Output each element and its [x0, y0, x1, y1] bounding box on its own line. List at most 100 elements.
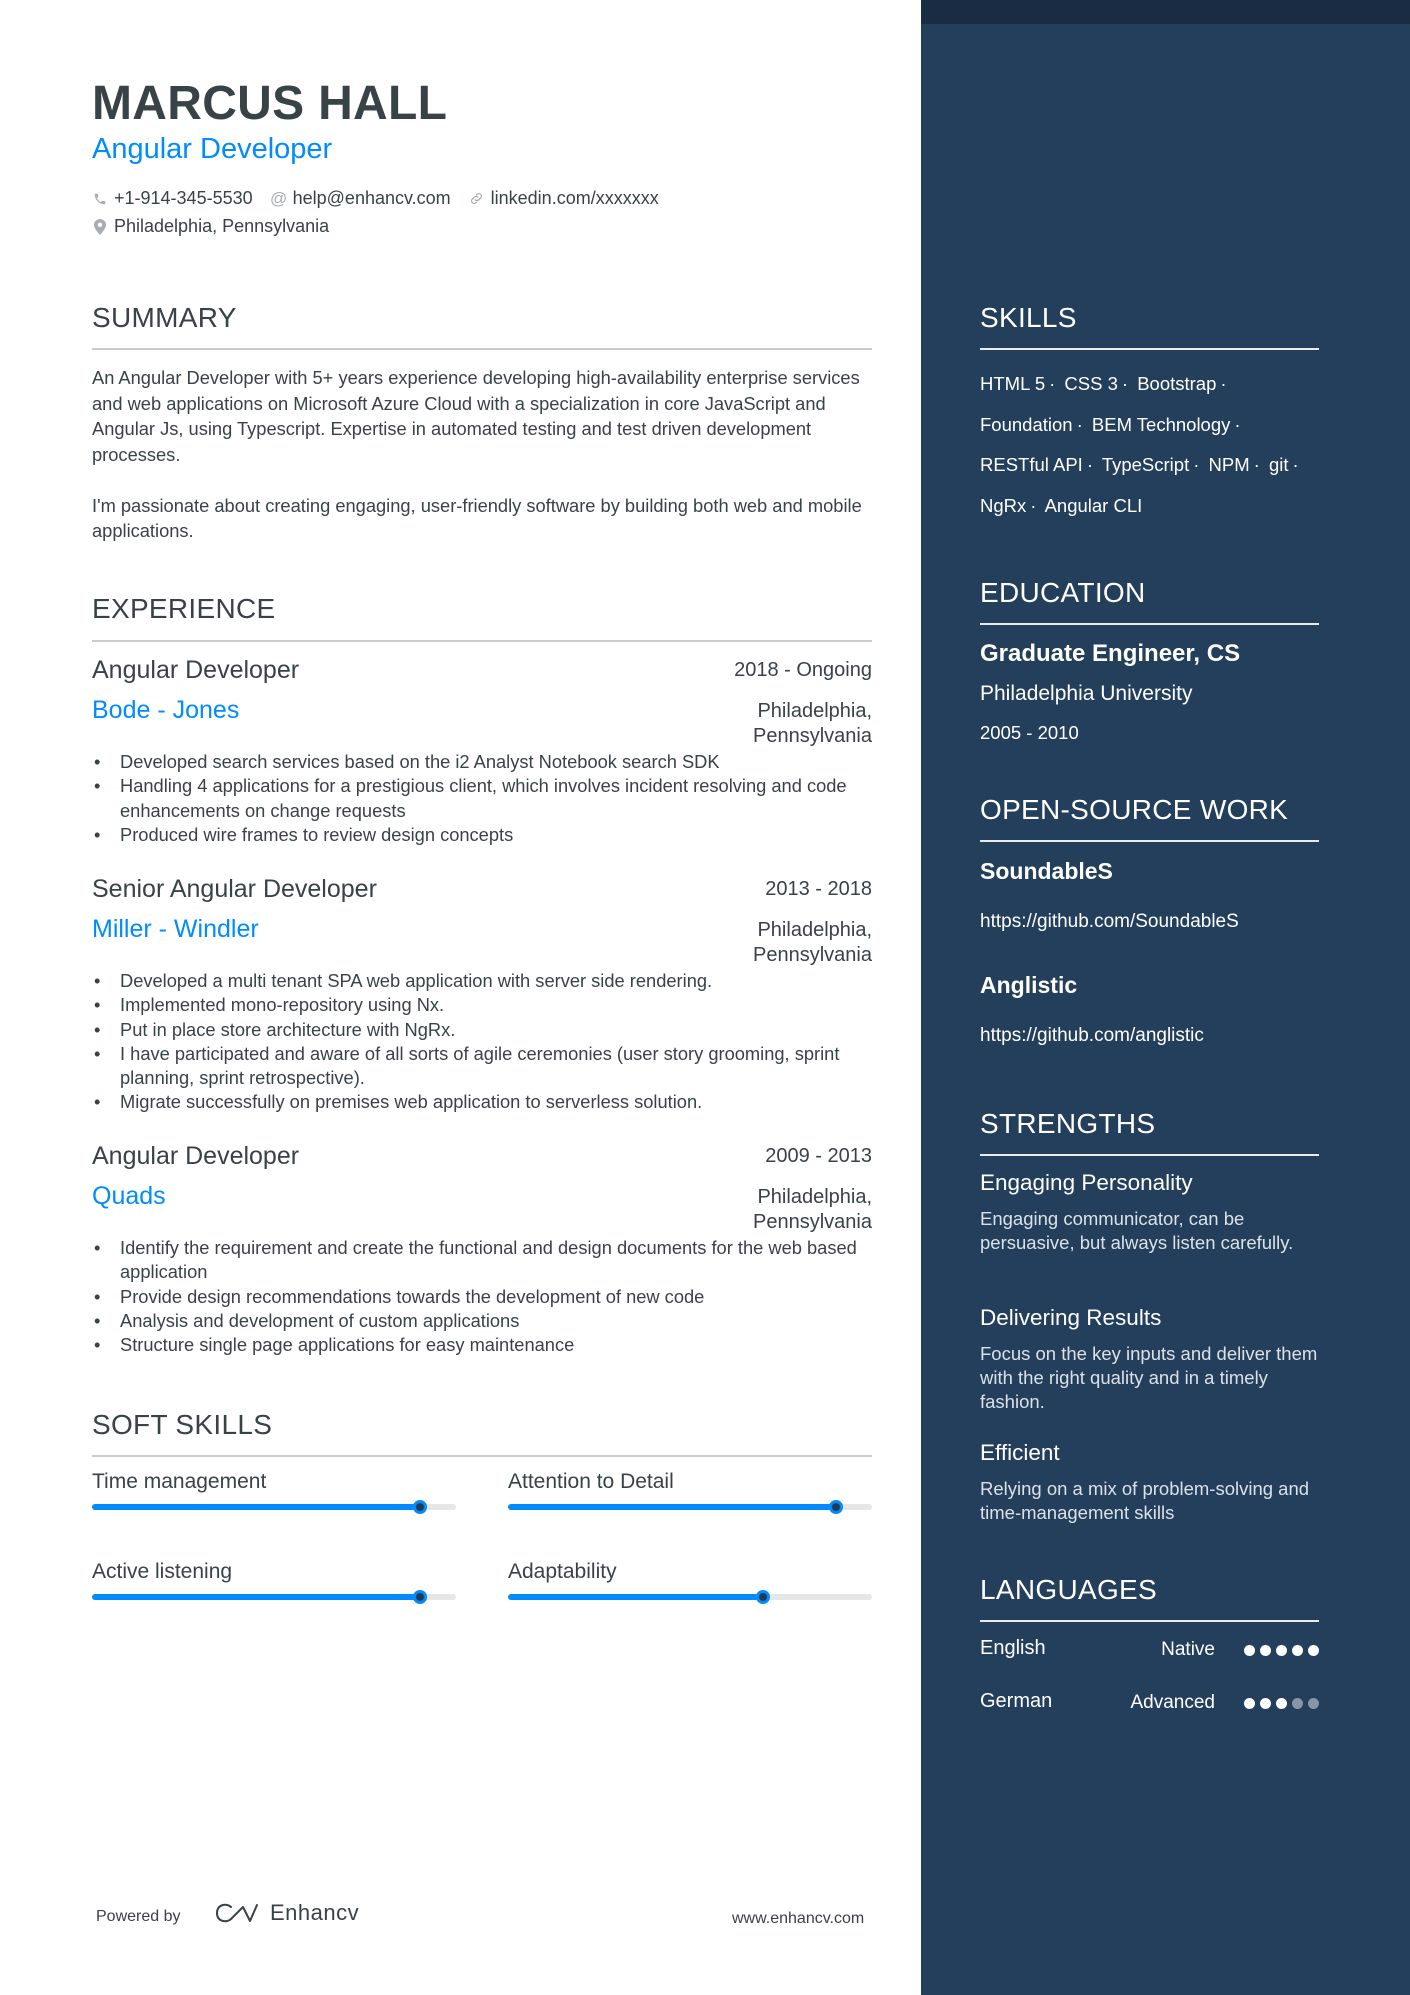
strength-description: Engaging communicator, can be persuasive… [980, 1208, 1294, 1253]
languages-heading: LANGUAGES [980, 1574, 1157, 1605]
candidate-name: MARCUS HALL [92, 77, 448, 130]
language-name: English [980, 1637, 1046, 1659]
summary-heading: SUMMARY [92, 302, 237, 333]
skill-separator: · [1234, 413, 1241, 435]
education-heading: EDUCATION [980, 577, 1146, 608]
soft-skill-fill [508, 1594, 763, 1600]
contact-email[interactable]: @ help@enhancv.com [270, 188, 451, 209]
proficiency-dot-filled [1292, 1645, 1303, 1656]
job-company: Bode - Jones [92, 696, 240, 724]
job-bullet: Analysis and development of custom appli… [92, 1309, 872, 1334]
soft-skill-track [92, 1500, 456, 1514]
project-url-link[interactable]: https://github.com/anglistic [980, 1025, 1204, 1047]
job-bullets: Identify the requirement and create the … [92, 1236, 872, 1358]
contact-phone: +1-914-345-5530 [92, 188, 253, 209]
phone-text: +1-914-345-5530 [114, 188, 253, 208]
skill-separator: · [1086, 454, 1093, 475]
job-bullet: Migrate successfully on premises web app… [92, 1090, 872, 1115]
summary-text: An Angular Developer with 5+ years exper… [92, 365, 872, 544]
job-bullet: Developed a multi tenant SPA web applica… [92, 969, 872, 994]
strength-description: Relying on a mix of problem-solving and … [980, 1478, 1310, 1523]
strength-title: Engaging Personality [980, 1170, 1193, 1195]
project-url-link[interactable]: https://github.com/SoundableS [980, 911, 1239, 933]
skill-separator: · [1292, 454, 1299, 475]
job-bullet: Provide design recommendations towards t… [92, 1285, 872, 1310]
proficiency-dot-filled [1308, 1645, 1319, 1656]
sidebar: SKILLS HTML 5 · CSS 3 · Bootstrap · Foundat… [921, 0, 1410, 1995]
language-row: German Advanced [980, 1690, 1319, 1718]
skill-separator: · [1049, 373, 1056, 394]
soft-skill-track [508, 1500, 872, 1514]
footer-url-link[interactable]: www.enhancv.com [732, 1910, 864, 1928]
skill-tag: BEM Technology [1091, 413, 1231, 435]
location-pin-icon [92, 218, 108, 235]
soft-skills-divider [92, 1455, 872, 1457]
education-divider [980, 623, 1319, 625]
job-company: Quads [92, 1182, 166, 1210]
skills-list: HTML 5 · CSS 3 · Bootstrap · Foundation · BE… [980, 364, 1319, 526]
strength-title: Efficient [980, 1440, 1060, 1465]
enhancv-logo[interactable]: Enhancv [214, 1900, 359, 1926]
soft-skill-fill [92, 1594, 420, 1600]
enhancv-brand: Enhancv [270, 1900, 360, 1925]
job-bullet: Handling 4 applications for a prestigiou… [92, 774, 872, 823]
skill-separator: · [1253, 454, 1260, 475]
language-level: Advanced [1130, 1692, 1215, 1713]
soft-skill-label: Active listening [92, 1560, 233, 1583]
proficiency-dot-empty [1308, 1698, 1319, 1709]
job-role: Senior Angular Developer [92, 875, 377, 903]
strength-title: Delivering Results [980, 1305, 1162, 1330]
soft-skill-knob [412, 1590, 427, 1604]
job-role: Angular Developer [92, 1142, 300, 1170]
job-bullet: Identify the requirement and create the … [92, 1236, 872, 1285]
skill-tag: TypeScript [1101, 454, 1190, 475]
job-location: Philadelphia, Pennsylvania [753, 700, 872, 747]
skill-separator: · [1121, 373, 1129, 394]
linkedin-link[interactable]: linkedin.com/xxxxxxx [491, 188, 659, 209]
contact-linkedin[interactable]: linkedin.com/xxxxxxx [469, 188, 659, 209]
candidate-title: Angular Developer [92, 133, 333, 165]
job-bullet: Structure single page applications for e… [92, 1333, 872, 1358]
soft-skill-knob [412, 1500, 427, 1514]
strength-description: Focus on the key inputs and deliver them… [980, 1343, 1318, 1412]
education-school: Philadelphia University [980, 682, 1193, 705]
email-link[interactable]: help@enhancv.com [293, 188, 451, 209]
job-company: Miller - Windler [92, 915, 259, 943]
skill-tag: Angular CLI [1044, 494, 1143, 516]
proficiency-dot-filled [1276, 1645, 1287, 1656]
location-text: Philadelphia, Pennsylvania [114, 216, 330, 236]
project-name: SoundableS [980, 858, 1113, 884]
soft-skill-track [92, 1590, 456, 1604]
powered-by-label: Powered by [96, 1908, 181, 1925]
skill-separator: · [1076, 413, 1083, 435]
language-level: Native [1161, 1639, 1215, 1660]
skill-tag: Bootstrap [1137, 373, 1217, 394]
skills-heading: SKILLS [980, 302, 1077, 333]
phone-icon [92, 191, 108, 207]
summary-paragraph: An Angular Developer with 5+ years exper… [92, 367, 860, 465]
skill-tag: HTML 5 [980, 373, 1046, 394]
languages-divider [980, 1620, 1319, 1622]
summary-paragraph: I'm passionate about creating engaging, … [92, 494, 862, 542]
language-name: German [980, 1690, 1053, 1712]
proficiency-dot-filled [1244, 1645, 1255, 1656]
soft-skill-track [508, 1590, 872, 1604]
soft-skill-label: Time management [92, 1470, 267, 1493]
proficiency-dot-empty [1292, 1698, 1303, 1709]
proficiency-dot-filled [1244, 1698, 1255, 1709]
skill-tag: RESTful API [980, 454, 1083, 475]
proficiency-dot-filled [1276, 1698, 1287, 1709]
soft-skill-fill [508, 1504, 836, 1510]
job-bullets: Developed search services based on the i… [92, 750, 872, 847]
language-row: English Native [980, 1637, 1319, 1665]
job-dates: 2013 - 2018 [765, 878, 872, 900]
experience-heading: EXPERIENCE [92, 593, 276, 624]
job-location: Philadelphia, Pennsylvania [753, 919, 872, 966]
project-name: Anglistic [980, 972, 1078, 998]
job-bullet: Developed search services based on the i… [92, 750, 872, 775]
skill-tag: NPM [1208, 454, 1250, 475]
skill-separator: · [1030, 494, 1037, 516]
soft-skill-label: Attention to Detail [508, 1470, 674, 1493]
skills-divider [980, 348, 1319, 350]
skill-separator: · [1193, 454, 1200, 475]
